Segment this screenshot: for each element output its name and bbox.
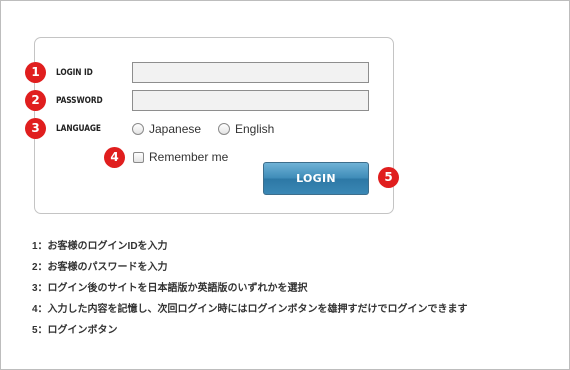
radio-circle-icon[interactable] [218, 123, 230, 135]
step-badge-4: 4 [104, 147, 125, 168]
instruction-item: 1：お客様のログインIDを入力 [32, 241, 168, 252]
step-badge-2: 2 [25, 90, 46, 111]
language-option-japanese[interactable]: Japanese [132, 122, 201, 136]
step-badge-5: 5 [378, 167, 399, 188]
remember-me-checkbox[interactable]: Remember me [133, 150, 228, 164]
instruction-list: 1：お客様のログインIDを入力 2：お客様のパスワードを入力 3：ログイン後のサ… [32, 236, 468, 341]
language-option-label: Japanese [149, 122, 202, 136]
checkbox-icon[interactable] [133, 151, 144, 163]
step-badge-3: 3 [25, 118, 46, 139]
instruction-item: 2：お客様のパスワードを入力 [32, 262, 168, 273]
password-input[interactable] [132, 90, 369, 111]
password-label: PASSWORD [56, 96, 103, 106]
instruction-item: 4：入力した内容を記憶し、次回ログイン時にはログインボタンを雄押すだけでログイン… [32, 304, 468, 315]
language-label: LANGUAGE [56, 124, 101, 134]
login-id-input[interactable] [132, 62, 369, 83]
login-button[interactable]: LOGIN [263, 162, 369, 195]
language-option-english[interactable]: English [218, 122, 274, 136]
remember-me-label: Remember me [149, 150, 229, 164]
language-option-label: English [235, 122, 275, 136]
radio-circle-icon[interactable] [132, 123, 144, 135]
instruction-item: 5：ログインボタン [32, 325, 118, 336]
instruction-item: 3：ログイン後のサイトを日本語版か英語版のいずれかを選択 [32, 283, 308, 294]
login-id-label: LOGIN ID [56, 68, 93, 78]
step-badge-1: 1 [25, 62, 46, 83]
